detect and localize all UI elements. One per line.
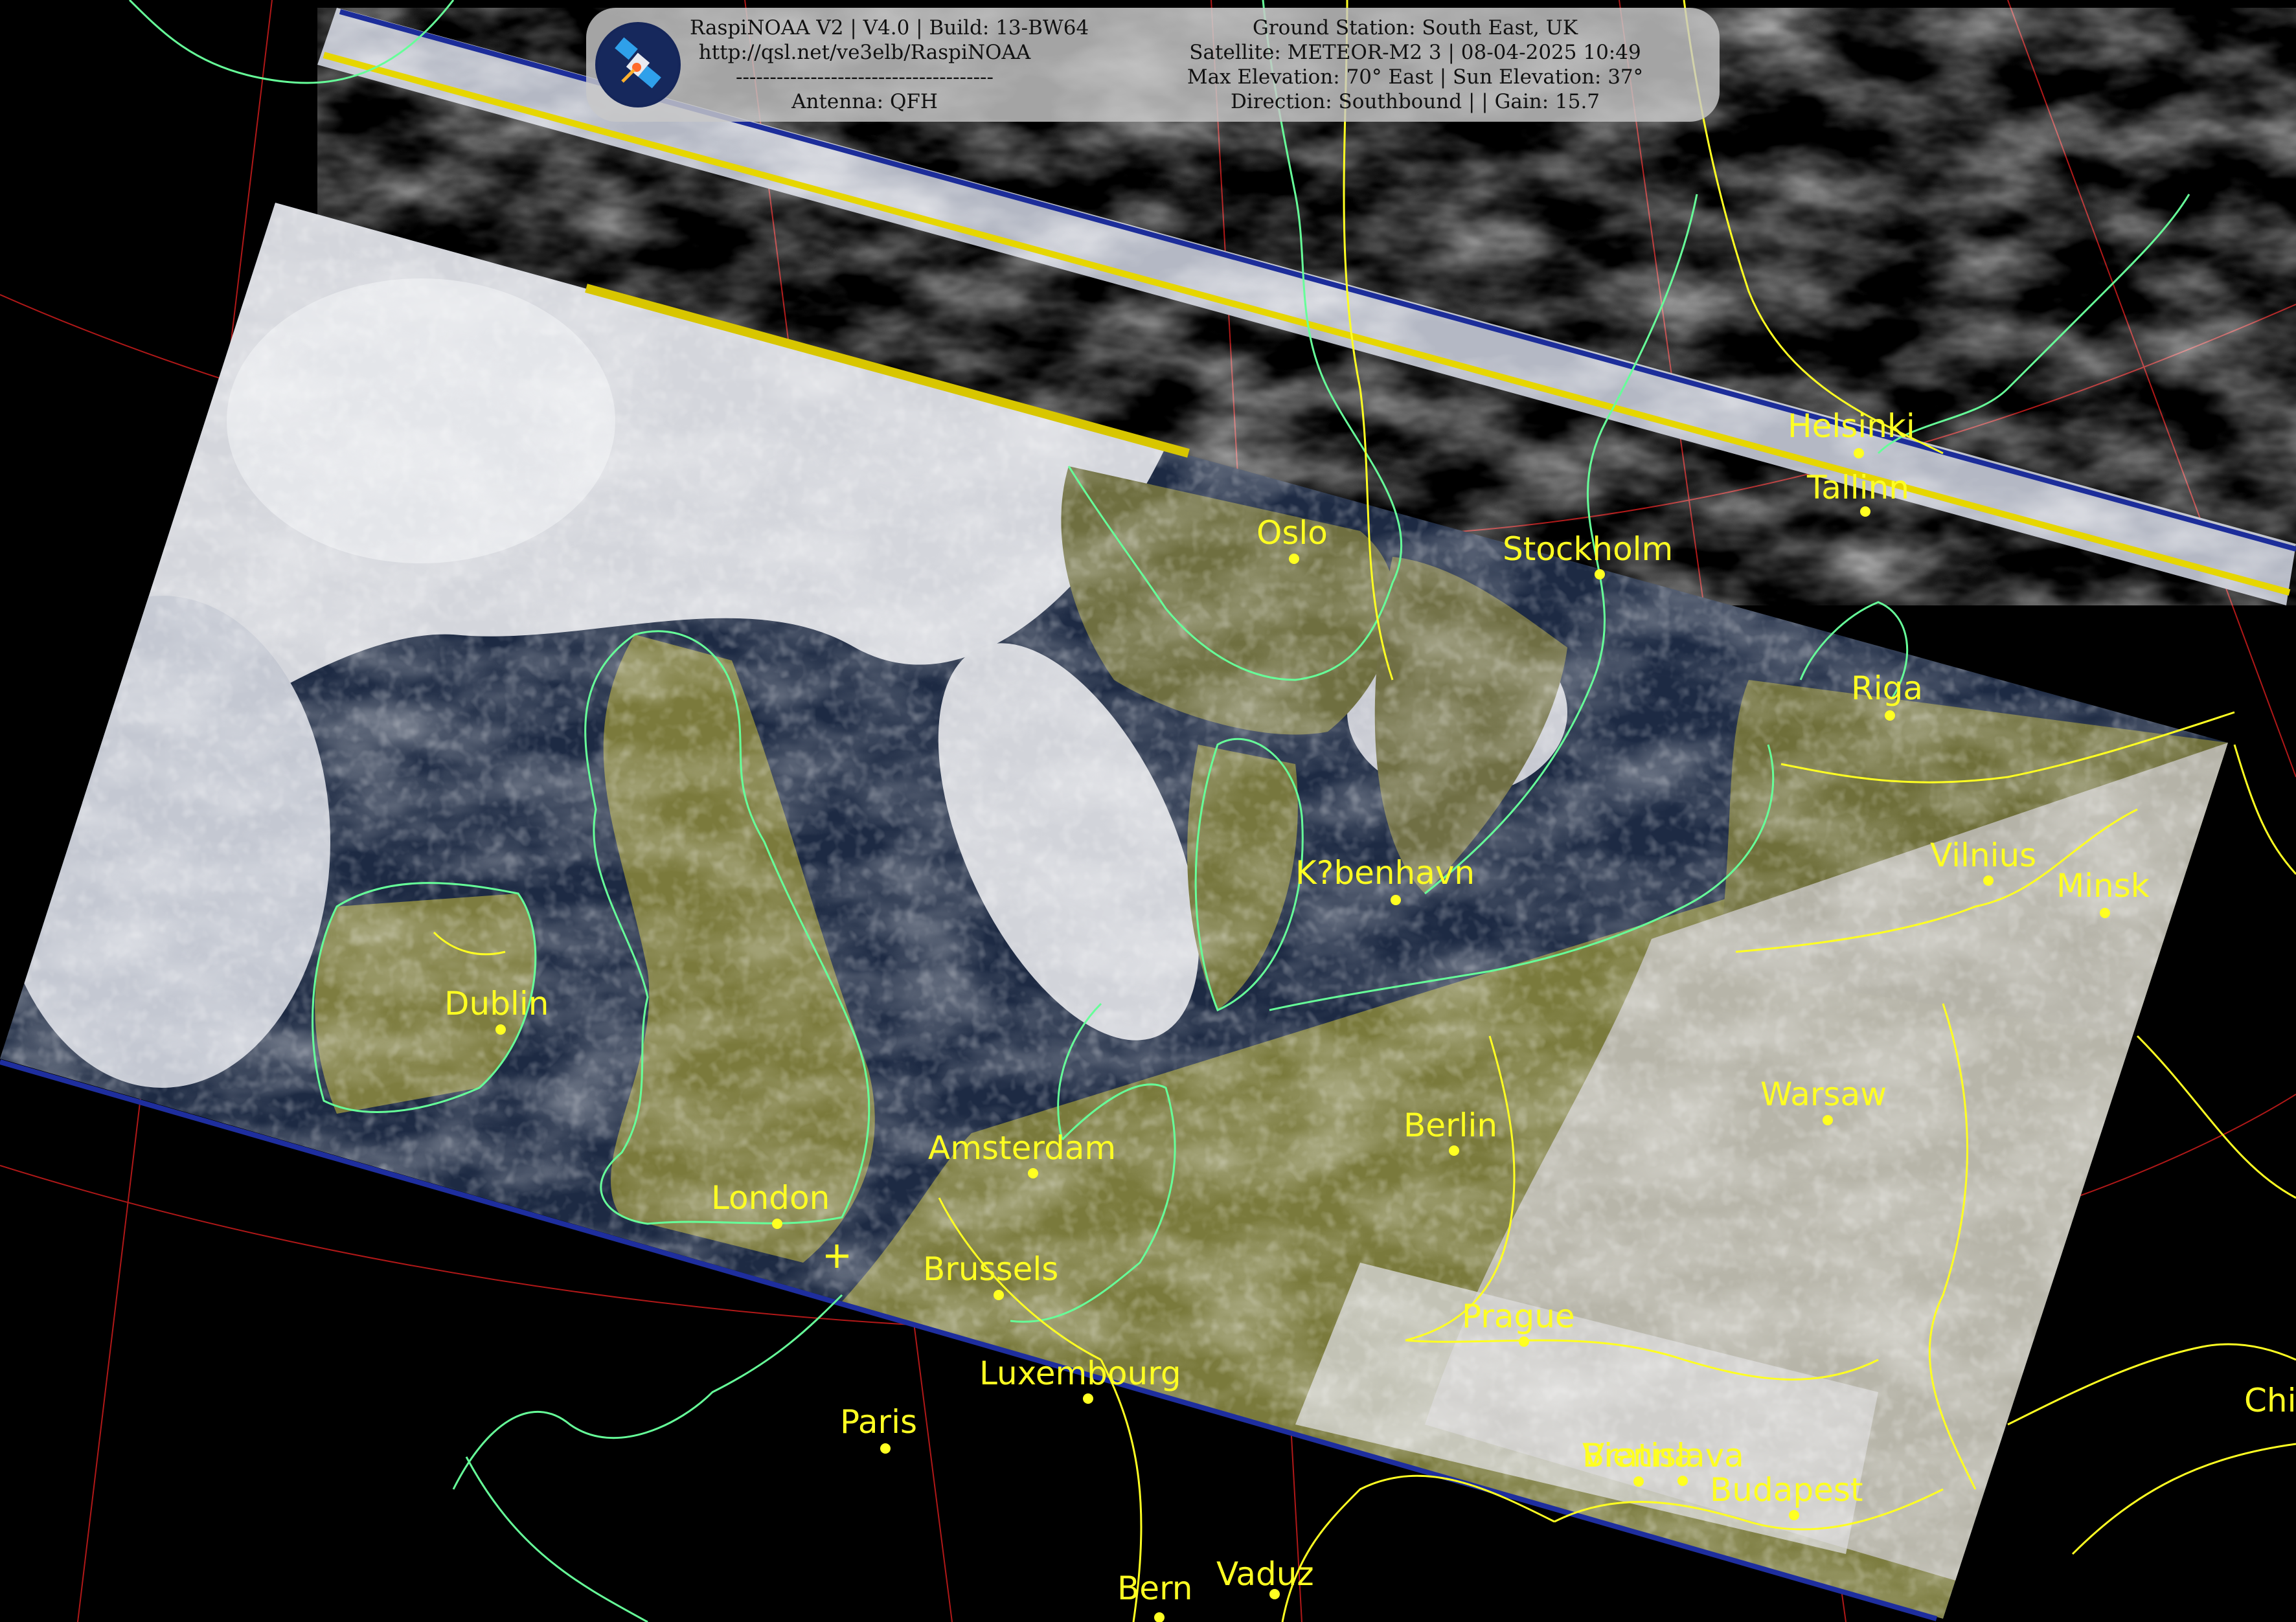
svg-text:Helsinki: Helsinki — [1788, 407, 1915, 445]
city-bern: Bern — [1117, 1570, 1192, 1622]
svg-text:Vilnius: Vilnius — [1930, 837, 2036, 874]
city-luxembourg: Luxembourg — [979, 1355, 1181, 1404]
svg-text:Budapest: Budapest — [1710, 1471, 1863, 1509]
elevation-text: Max Elevation: 70° East | Sun Elevation:… — [1187, 65, 1644, 89]
satellite-text: Satellite: METEOR-M2 3 | 08-04-2025 10:4… — [1189, 41, 1641, 64]
antenna-text: Antenna: QFH — [791, 90, 938, 113]
city-chisinau: Chi — [2244, 1382, 2296, 1419]
header-right-column: Ground Station: South East, UK Satellite… — [1130, 16, 1700, 114]
satellite-icon — [595, 22, 681, 107]
svg-text:Amsterdam: Amsterdam — [928, 1129, 1116, 1167]
header-left-column: RaspiNOAA V2 | V4.0 | Build: 13-BW64 htt… — [690, 16, 1089, 114]
svg-text:K?benhavn: K?benhavn — [1295, 854, 1475, 892]
svg-text:Riga: Riga — [1851, 670, 1923, 707]
city-paris: Paris — [840, 1403, 917, 1454]
main-image-swath — [0, 203, 2228, 1621]
info-panel: RaspiNOAA V2 | V4.0 | Build: 13-BW64 htt… — [586, 8, 1720, 122]
svg-text:Brussels: Brussels — [923, 1250, 1058, 1288]
svg-text:Bern: Bern — [1117, 1570, 1192, 1607]
city-tallinn: Tallinn — [1806, 469, 1909, 517]
direction-text: Direction: Southbound | | Gain: 15.7 — [1230, 90, 1600, 113]
svg-text:Vaduz: Vaduz — [1216, 1555, 1314, 1593]
svg-text:Oslo: Oslo — [1256, 514, 1328, 552]
svg-text:Paris: Paris — [840, 1403, 917, 1441]
city-vaduz: Vaduz — [1216, 1555, 1314, 1599]
app-version-text: RaspiNOAA V2 | V4.0 | Build: 13-BW64 — [690, 16, 1089, 39]
svg-text:Prague: Prague — [1462, 1298, 1575, 1335]
divider-text: -------------------------------------- — [735, 65, 994, 89]
satellite-map: Helsinki Tallinn Oslo Stockholm Riga Vil… — [0, 0, 2296, 1622]
svg-text:Stockholm: Stockholm — [1503, 530, 1673, 568]
svg-text:Luxembourg: Luxembourg — [979, 1355, 1181, 1392]
svg-text:Minsk: Minsk — [2056, 867, 2150, 905]
svg-text:Dublin: Dublin — [444, 985, 549, 1022]
project-url-text: http://qsl.net/ve3elb/RaspiNOAA — [698, 41, 1031, 64]
svg-text:London: London — [711, 1179, 830, 1217]
svg-text:Bratislava: Bratislava — [1582, 1437, 1744, 1474]
svg-text:Berlin: Berlin — [1404, 1107, 1497, 1144]
svg-text:Warsaw: Warsaw — [1760, 1076, 1887, 1113]
svg-text:Tallinn: Tallinn — [1806, 469, 1909, 506]
svg-text:Chi: Chi — [2244, 1382, 2296, 1419]
ground-station-text: Ground Station: South East, UK — [1253, 16, 1578, 39]
